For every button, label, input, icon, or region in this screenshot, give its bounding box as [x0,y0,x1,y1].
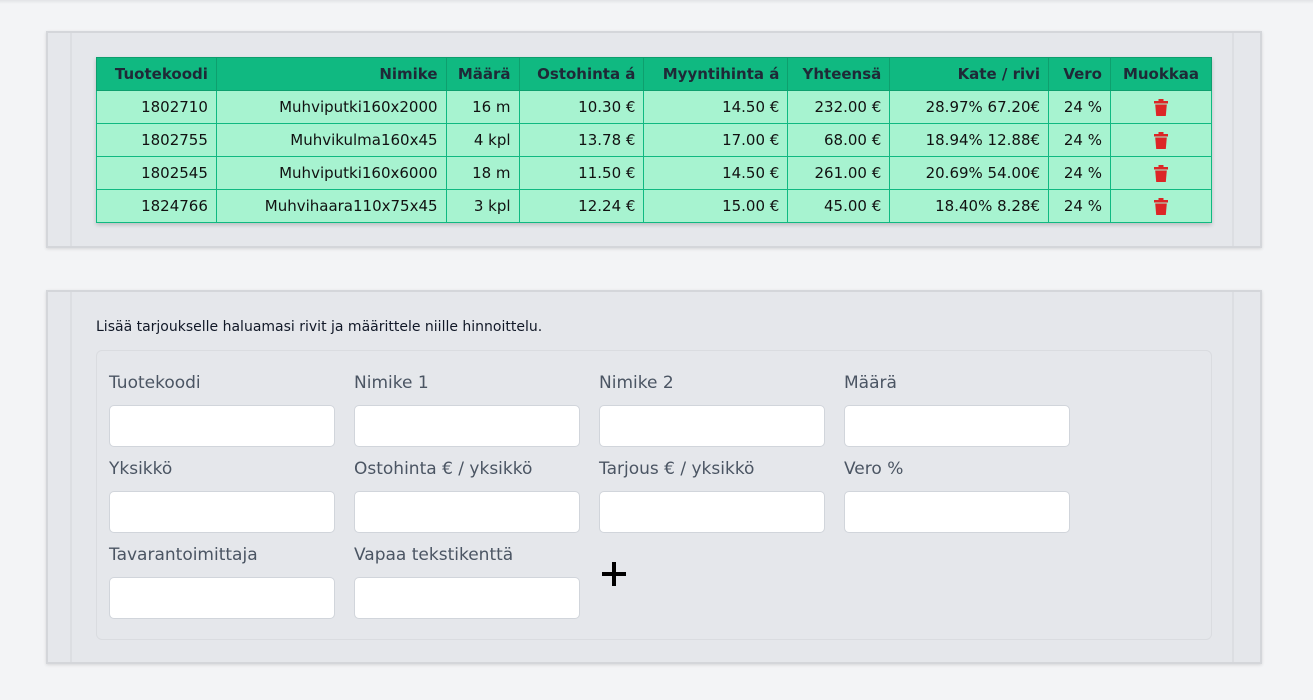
cell-buy-price: 13.78 € [518,123,645,157]
name1-field: Nimike 1 [354,373,580,447]
cell-total: 45.00 € [787,189,891,223]
free-text-input[interactable] [354,577,580,619]
cell-name: Muhvihaara110x75x45 [215,189,447,223]
cell-edit [1109,90,1213,124]
add-row-card: Lisää tarjoukselle haluamasi rivit ja mä… [46,290,1262,664]
product-code-label: Tuotekoodi [109,373,201,393]
col-header-qty: Määrä [445,57,520,91]
top-shade [0,0,1313,4]
cell-edit [1109,156,1213,190]
table-header-row: Tuotekoodi Nimike Määrä Ostohinta á Myyn… [96,57,1213,91]
cell-sell-price: 14.50 € [643,90,789,124]
col-header-buy-price: Ostohinta á [518,57,645,91]
card-edge [1232,292,1234,662]
cell-buy-price: 10.30 € [518,90,645,124]
cell-tax: 24 % [1048,156,1111,190]
cell-total: 261.00 € [787,156,891,190]
tax-field: Vero % [844,459,1070,533]
unit-input[interactable] [109,491,335,533]
table-row: 1802755 Muhvikulma160x45 4 kpl 13.78 € 1… [96,123,1213,157]
col-header-total: Yhteensä [787,57,891,91]
trash-icon[interactable] [1153,99,1168,116]
card-edge [1232,33,1234,246]
offer-price-input[interactable] [599,491,825,533]
cell-buy-price: 12.24 € [518,189,645,223]
trash-icon[interactable] [1153,198,1168,215]
col-header-margin: Kate / rivi [889,57,1050,91]
cell-name: Muhvikulma160x45 [215,123,447,157]
cell-total: 68.00 € [787,123,891,157]
cell-margin: 20.69% 54.00€ [889,156,1050,190]
trash-icon[interactable] [1153,132,1168,149]
quantity-label: Määrä [844,373,897,393]
cell-buy-price: 11.50 € [518,156,645,190]
card-edge [70,292,72,662]
name2-field: Nimike 2 [599,373,825,447]
cell-tax: 24 % [1048,189,1111,223]
trash-icon[interactable] [1153,165,1168,182]
cell-total: 232.00 € [787,90,891,124]
cell-qty: 16 m [445,90,520,124]
col-header-code: Tuotekoodi [96,57,217,91]
cell-qty: 3 kpl [445,189,520,223]
cell-name: Muhviputki160x6000 [215,156,447,190]
add-row-form: Tuotekoodi Nimike 1 Nimike 2 Määrä Yksik… [96,350,1212,640]
name1-input[interactable] [354,405,580,447]
cell-qty: 4 kpl [445,123,520,157]
unit-field: Yksikkö [109,459,335,533]
unit-label: Yksikkö [109,459,173,479]
name1-label: Nimike 1 [354,373,429,393]
tax-label: Vero % [844,459,904,479]
cell-name: Muhviputki160x2000 [215,90,447,124]
supplier-input[interactable] [109,577,335,619]
product-code-input[interactable] [109,405,335,447]
buy-price-field: Ostohinta € / yksikkö [354,459,580,533]
cell-sell-price: 17.00 € [643,123,789,157]
form-intro-text: Lisää tarjoukselle haluamasi rivit ja mä… [96,319,543,335]
offer-rows-card: Tuotekoodi Nimike Määrä Ostohinta á Myyn… [46,31,1262,248]
cell-margin: 28.97% 67.20€ [889,90,1050,124]
free-text-label: Vapaa tekstikenttä [354,545,514,565]
col-header-sell-price: Myyntihinta á [643,57,789,91]
supplier-field: Tavarantoimittaja [109,545,335,619]
offer-price-label: Tarjous € / yksikkö [599,459,755,479]
table-row: 1802545 Muhviputki160x6000 18 m 11.50 € … [96,156,1213,190]
cell-margin: 18.94% 12.88€ [889,123,1050,157]
buy-price-input[interactable] [354,491,580,533]
col-header-name: Nimike [215,57,447,91]
offer-rows-table: Tuotekoodi Nimike Määrä Ostohinta á Myyn… [96,57,1213,223]
col-header-tax: Vero [1048,57,1111,91]
cell-sell-price: 15.00 € [643,189,789,223]
cell-code: 1802545 [96,156,217,190]
table-row: 1802710 Muhviputki160x2000 16 m 10.30 € … [96,90,1213,124]
table-row: 1824766 Muhvihaara110x75x45 3 kpl 12.24 … [96,189,1213,223]
cell-edit [1109,123,1213,157]
cell-qty: 18 m [445,156,520,190]
cell-margin: 18.40% 8.28€ [889,189,1050,223]
product-code-field: Tuotekoodi [109,373,335,447]
cell-tax: 24 % [1048,90,1111,124]
cell-tax: 24 % [1048,123,1111,157]
quantity-input[interactable] [844,405,1070,447]
cell-edit [1109,189,1213,223]
name2-label: Nimike 2 [599,373,674,393]
col-header-edit: Muokkaa [1109,57,1213,91]
plus-icon[interactable] [602,562,626,586]
cell-code: 1824766 [96,189,217,223]
offer-price-field: Tarjous € / yksikkö [599,459,825,533]
cell-code: 1802755 [96,123,217,157]
name2-input[interactable] [599,405,825,447]
card-edge [70,33,72,246]
cell-sell-price: 14.50 € [643,156,789,190]
buy-price-label: Ostohinta € / yksikkö [354,459,533,479]
supplier-label: Tavarantoimittaja [109,545,258,565]
quantity-field: Määrä [844,373,1070,447]
free-text-field: Vapaa tekstikenttä [354,545,580,619]
tax-input[interactable] [844,491,1070,533]
cell-code: 1802710 [96,90,217,124]
